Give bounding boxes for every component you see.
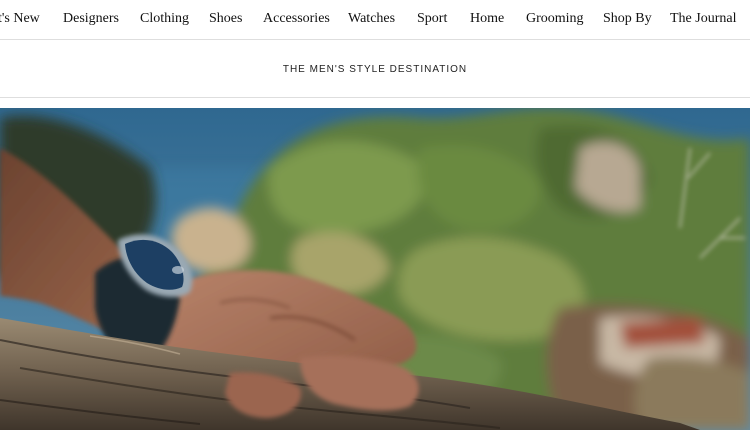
hero-banner[interactable] — [0, 108, 750, 430]
nav-item-shop-by[interactable]: Shop By — [603, 0, 652, 38]
nav-item-sport[interactable]: Sport — [417, 0, 447, 38]
nav-item-home[interactable]: Home — [470, 0, 504, 38]
site-tagline: THE MEN'S STYLE DESTINATION — [282, 64, 468, 75]
nav-item-shoes[interactable]: Shoes — [209, 0, 242, 38]
brand-header: THE MEN'S STYLE DESTINATION — [0, 40, 750, 98]
nav-item-designers[interactable]: Designers — [63, 0, 119, 38]
nav-item-grooming[interactable]: Grooming — [526, 0, 584, 38]
nav-item-watches[interactable]: Watches — [348, 0, 395, 38]
nav-item-the-journal[interactable]: The Journal — [670, 0, 736, 38]
top-navigation: t's New Designers Clothing Shoes Accesso… — [0, 0, 750, 40]
nav-item-clothing[interactable]: Clothing — [140, 0, 189, 38]
hero-image — [0, 108, 750, 430]
nav-item-whats-new[interactable]: t's New — [0, 0, 40, 38]
nav-item-accessories[interactable]: Accessories — [263, 0, 330, 38]
